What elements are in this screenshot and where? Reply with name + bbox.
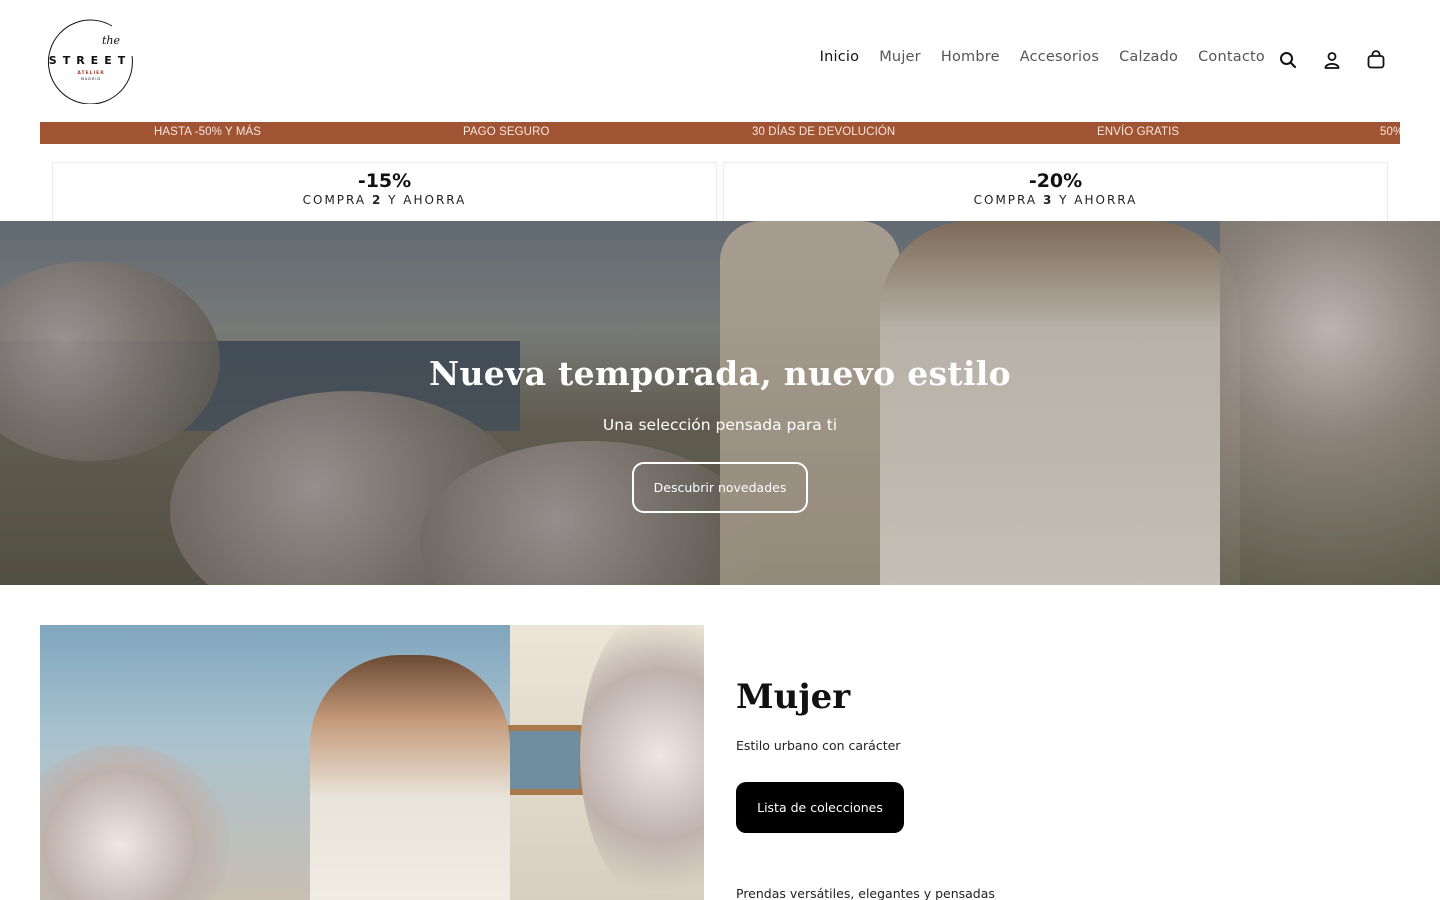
ticker-item: 50%: [1380, 126, 1400, 138]
announcement-ticker: HASTA -50% Y MÁS PAGO SEGURO 30 DÍAS DE …: [40, 122, 1400, 144]
promo-card[interactable]: -15% COMPRA 2 Y AHORRA: [52, 162, 717, 222]
nav-contacto[interactable]: Contacto: [1198, 49, 1265, 65]
ticker-item: PAGO SEGURO: [463, 126, 550, 138]
hero-title: Nueva temporada, nuevo estilo: [429, 354, 1011, 393]
promo-percent: -15%: [357, 170, 412, 192]
collection-description: Prendas versátiles, elegantes y pensadas: [736, 886, 995, 900]
main-nav: Inicio Mujer Hombre Accesorios Calzado C…: [820, 49, 1265, 65]
svg-text:MADRID: MADRID: [81, 77, 101, 81]
svg-text:STREET: STREET: [49, 54, 131, 67]
collection-subtitle: Estilo urbano con carácter: [736, 738, 901, 753]
discover-new-button[interactable]: Descubrir novedades: [632, 462, 808, 513]
collection-image[interactable]: [40, 625, 704, 900]
brand-logo[interactable]: the STREET ATELIER MADRID: [40, 18, 140, 105]
ticker-item: HASTA -50% Y MÁS: [154, 126, 262, 138]
collection-title: Mujer: [736, 677, 851, 717]
search-icon[interactable]: [1276, 48, 1300, 72]
promo-card[interactable]: -20% COMPRA 3 Y AHORRA: [723, 162, 1388, 222]
site-header: the STREET ATELIER MADRID Inicio Mujer H…: [0, 0, 1440, 122]
nav-accesorios[interactable]: Accesorios: [1020, 49, 1099, 65]
hero-overlay: [0, 221, 1440, 585]
ticker-item: 30 DÍAS DE DEVOLUCIÓN: [752, 126, 896, 138]
hero-banner: Nueva temporada, nuevo estilo Una selecc…: [0, 221, 1440, 585]
header-icons: [1276, 48, 1388, 72]
ticker-item: ENVÍO GRATIS: [1097, 126, 1180, 138]
logo-mark: the STREET ATELIER MADRID: [47, 19, 133, 105]
cart-icon[interactable]: [1364, 48, 1388, 72]
svg-text:the: the: [102, 34, 121, 47]
collection-image-blossoms: [40, 745, 230, 900]
promo-percent: -20%: [1028, 170, 1083, 192]
promo-text: COMPRA 2 Y AHORRA: [302, 193, 467, 207]
account-icon[interactable]: [1320, 48, 1344, 72]
hero-subtitle: Una selección pensada para ti: [602, 416, 838, 434]
promo-text: COMPRA 3 Y AHORRA: [973, 193, 1138, 207]
svg-text:ATELIER: ATELIER: [77, 70, 104, 76]
collections-list-button[interactable]: Lista de colecciones: [736, 782, 904, 833]
nav-calzado[interactable]: Calzado: [1119, 49, 1178, 65]
nav-inicio[interactable]: Inicio: [820, 49, 860, 65]
nav-hombre[interactable]: Hombre: [941, 49, 1000, 65]
collection-image-model: [310, 655, 510, 900]
nav-mujer[interactable]: Mujer: [879, 49, 921, 65]
